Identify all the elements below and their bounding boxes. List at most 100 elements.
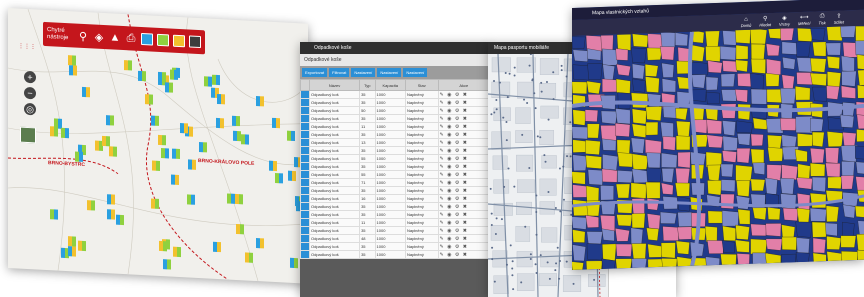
parcel[interactable] (825, 222, 838, 237)
parcel[interactable] (630, 137, 645, 154)
parcel[interactable] (735, 224, 750, 240)
parcel[interactable] (631, 108, 647, 125)
object-marker[interactable] (540, 90, 543, 93)
object-marker[interactable] (558, 167, 561, 170)
table-row[interactable]: Odpadkový koš 11 1000 Naplněný ✎ ◉ ⚙ ✖ (300, 122, 490, 131)
row-checkbox[interactable] (300, 242, 310, 251)
parcel[interactable] (632, 78, 646, 93)
object-marker[interactable] (490, 223, 493, 226)
object-marker[interactable] (506, 96, 509, 99)
parcel[interactable] (809, 192, 827, 209)
object-marker[interactable] (547, 191, 550, 194)
parcel[interactable] (736, 148, 751, 164)
bin-marker[interactable] (269, 160, 278, 171)
parcel[interactable] (749, 27, 768, 45)
object-marker[interactable] (493, 280, 496, 283)
parcel[interactable] (602, 64, 615, 81)
object-marker[interactable] (533, 92, 536, 95)
bin-marker[interactable] (172, 246, 181, 258)
parcel[interactable] (690, 61, 708, 76)
parcel[interactable] (764, 177, 778, 195)
parcel[interactable] (572, 36, 586, 49)
row-actions[interactable]: ✎ ◉ ⚙ ✖ (437, 170, 490, 179)
filter-icon[interactable]: ▲ (109, 31, 121, 44)
parcel[interactable] (841, 250, 859, 268)
parcel[interactable] (646, 167, 662, 183)
row-checkbox[interactable] (300, 210, 310, 219)
row-checkbox[interactable] (300, 226, 310, 235)
bin-marker[interactable] (160, 148, 169, 159)
parcel[interactable] (572, 126, 589, 140)
column-header[interactable]: Název (308, 79, 361, 91)
parcel[interactable] (796, 207, 811, 223)
object-marker[interactable] (524, 225, 527, 228)
parcel[interactable] (809, 207, 827, 222)
parcel[interactable] (781, 236, 797, 251)
row-checkbox[interactable] (300, 170, 310, 179)
object-marker[interactable] (560, 69, 563, 72)
bin-marker[interactable] (241, 134, 250, 145)
bin-marker[interactable] (244, 252, 253, 263)
parcel[interactable] (675, 135, 691, 151)
parcel[interactable] (615, 78, 631, 94)
parcel[interactable] (705, 91, 720, 105)
parcel[interactable] (706, 119, 722, 135)
parcel[interactable] (736, 253, 750, 268)
tab-export[interactable]: Exportovat (302, 68, 328, 77)
object-marker[interactable] (539, 136, 542, 139)
table-row[interactable]: Odpadkový koš 35 1000 Naplněný ✎ ◉ ⚙ ✖ (300, 114, 490, 123)
object-marker[interactable] (490, 212, 493, 215)
object-marker[interactable] (493, 111, 496, 114)
parcel[interactable] (811, 221, 828, 238)
parcel[interactable] (660, 211, 677, 224)
bin-marker[interactable] (165, 82, 174, 93)
row-actions[interactable]: ✎ ◉ ⚙ ✖ (437, 138, 490, 147)
bin-marker[interactable] (49, 125, 58, 137)
tab-settings[interactable]: Nastavení (351, 68, 376, 77)
parcel[interactable] (856, 54, 864, 71)
row-checkbox[interactable] (300, 98, 310, 107)
object-marker[interactable] (562, 198, 565, 201)
row-checkbox[interactable] (300, 90, 310, 99)
search-tool[interactable]: ⚲Hledat (759, 15, 771, 27)
object-marker[interactable] (495, 98, 498, 101)
parcel[interactable] (750, 193, 766, 210)
parcel[interactable] (750, 223, 767, 237)
object-marker[interactable] (535, 194, 538, 197)
object-marker[interactable] (535, 272, 538, 275)
parcel[interactable] (752, 162, 766, 175)
parcel[interactable] (750, 133, 764, 147)
table-row[interactable]: Odpadkový koš 16 1000 Naplněný ✎ ◉ ⚙ ✖ (300, 194, 490, 203)
home-tool[interactable]: ⌂ Domů (741, 16, 752, 27)
parcel[interactable] (767, 147, 784, 162)
object-marker[interactable] (513, 185, 516, 188)
object-marker[interactable] (505, 121, 508, 124)
parcel[interactable] (812, 237, 826, 254)
bin-marker[interactable] (107, 209, 116, 220)
parcel[interactable] (796, 177, 813, 190)
object-marker[interactable] (494, 232, 497, 235)
parcel[interactable] (587, 169, 604, 186)
parcel[interactable] (659, 46, 675, 61)
parcel[interactable] (660, 31, 676, 49)
ownership-map-canvas[interactable] (572, 25, 864, 271)
parcel[interactable] (675, 168, 691, 184)
parcel[interactable] (795, 86, 811, 101)
object-marker[interactable] (529, 253, 532, 256)
row-actions[interactable]: ✎ ◉ ⚙ ✖ (437, 178, 490, 187)
parcel[interactable] (691, 89, 707, 102)
row-actions[interactable]: ✎ ◉ ⚙ ✖ (437, 162, 490, 171)
bin-marker[interactable] (170, 69, 179, 81)
parcel[interactable] (797, 133, 813, 147)
object-marker[interactable] (523, 98, 526, 101)
bin-marker[interactable] (227, 193, 236, 205)
parcel[interactable] (779, 177, 795, 195)
parcel[interactable] (750, 178, 766, 191)
print-icon[interactable]: ⎙ (125, 32, 137, 46)
object-marker[interactable] (500, 218, 503, 221)
parcel[interactable] (722, 150, 737, 163)
parcel[interactable] (750, 43, 766, 61)
parcel[interactable] (645, 76, 660, 93)
row-checkbox[interactable] (300, 194, 310, 203)
parcel[interactable] (721, 210, 740, 227)
